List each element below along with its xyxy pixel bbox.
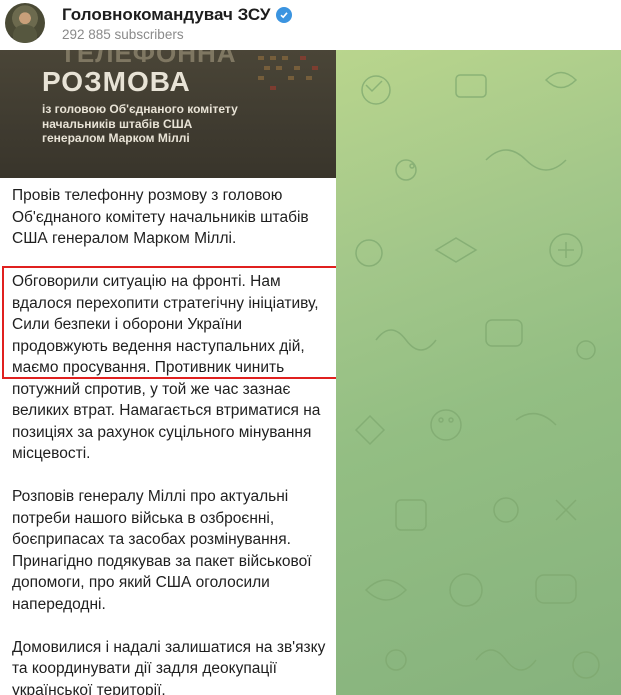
post-image[interactable]: ТЕЛЕФОННА РОЗМОВА із головою Об'єднаного…	[0, 50, 336, 178]
channel-post: ТЕЛЕФОННА РОЗМОВА із головою Об'єднаного…	[0, 50, 336, 695]
post-paragraph: Розповів генералу Міллі про актуальні по…	[12, 488, 312, 613]
subscriber-count: 292 885 subscribers	[62, 27, 184, 42]
image-title: РОЗМОВА	[42, 66, 191, 97]
channel-title[interactable]: Головнокомандувач ЗСУ	[62, 5, 271, 25]
image-subtitle: із головою Об'єднаного комітету начальни…	[42, 102, 238, 146]
channel-header: Головнокомандувач ЗСУ 292 885 subscriber…	[0, 0, 621, 50]
image-decoration	[258, 56, 318, 90]
post-text: Провів телефонну розмову з головою Об'єд…	[12, 185, 332, 695]
image-subtitle-line: начальників штабів США	[42, 116, 193, 131]
wallpaper-doodles	[354, 71, 600, 679]
post-paragraph: Домовилися і надалі залишатися на зв'язк…	[12, 638, 326, 695]
channel-avatar[interactable]	[5, 3, 45, 43]
verified-badge-icon	[275, 7, 292, 23]
post-paragraph: Провів телефонну розмову з головою Об'єд…	[12, 187, 309, 247]
image-subtitle-line: генералом Марком Міллі	[42, 131, 190, 145]
channel-title-row[interactable]: Головнокомандувач ЗСУ	[62, 5, 292, 25]
chat-wallpaper	[336, 50, 621, 695]
image-subtitle-line: із головою Об'єднаного комітету	[42, 102, 238, 116]
post-paragraph: Обговорили ситуацію на фронті. Нам вдало…	[12, 273, 321, 462]
